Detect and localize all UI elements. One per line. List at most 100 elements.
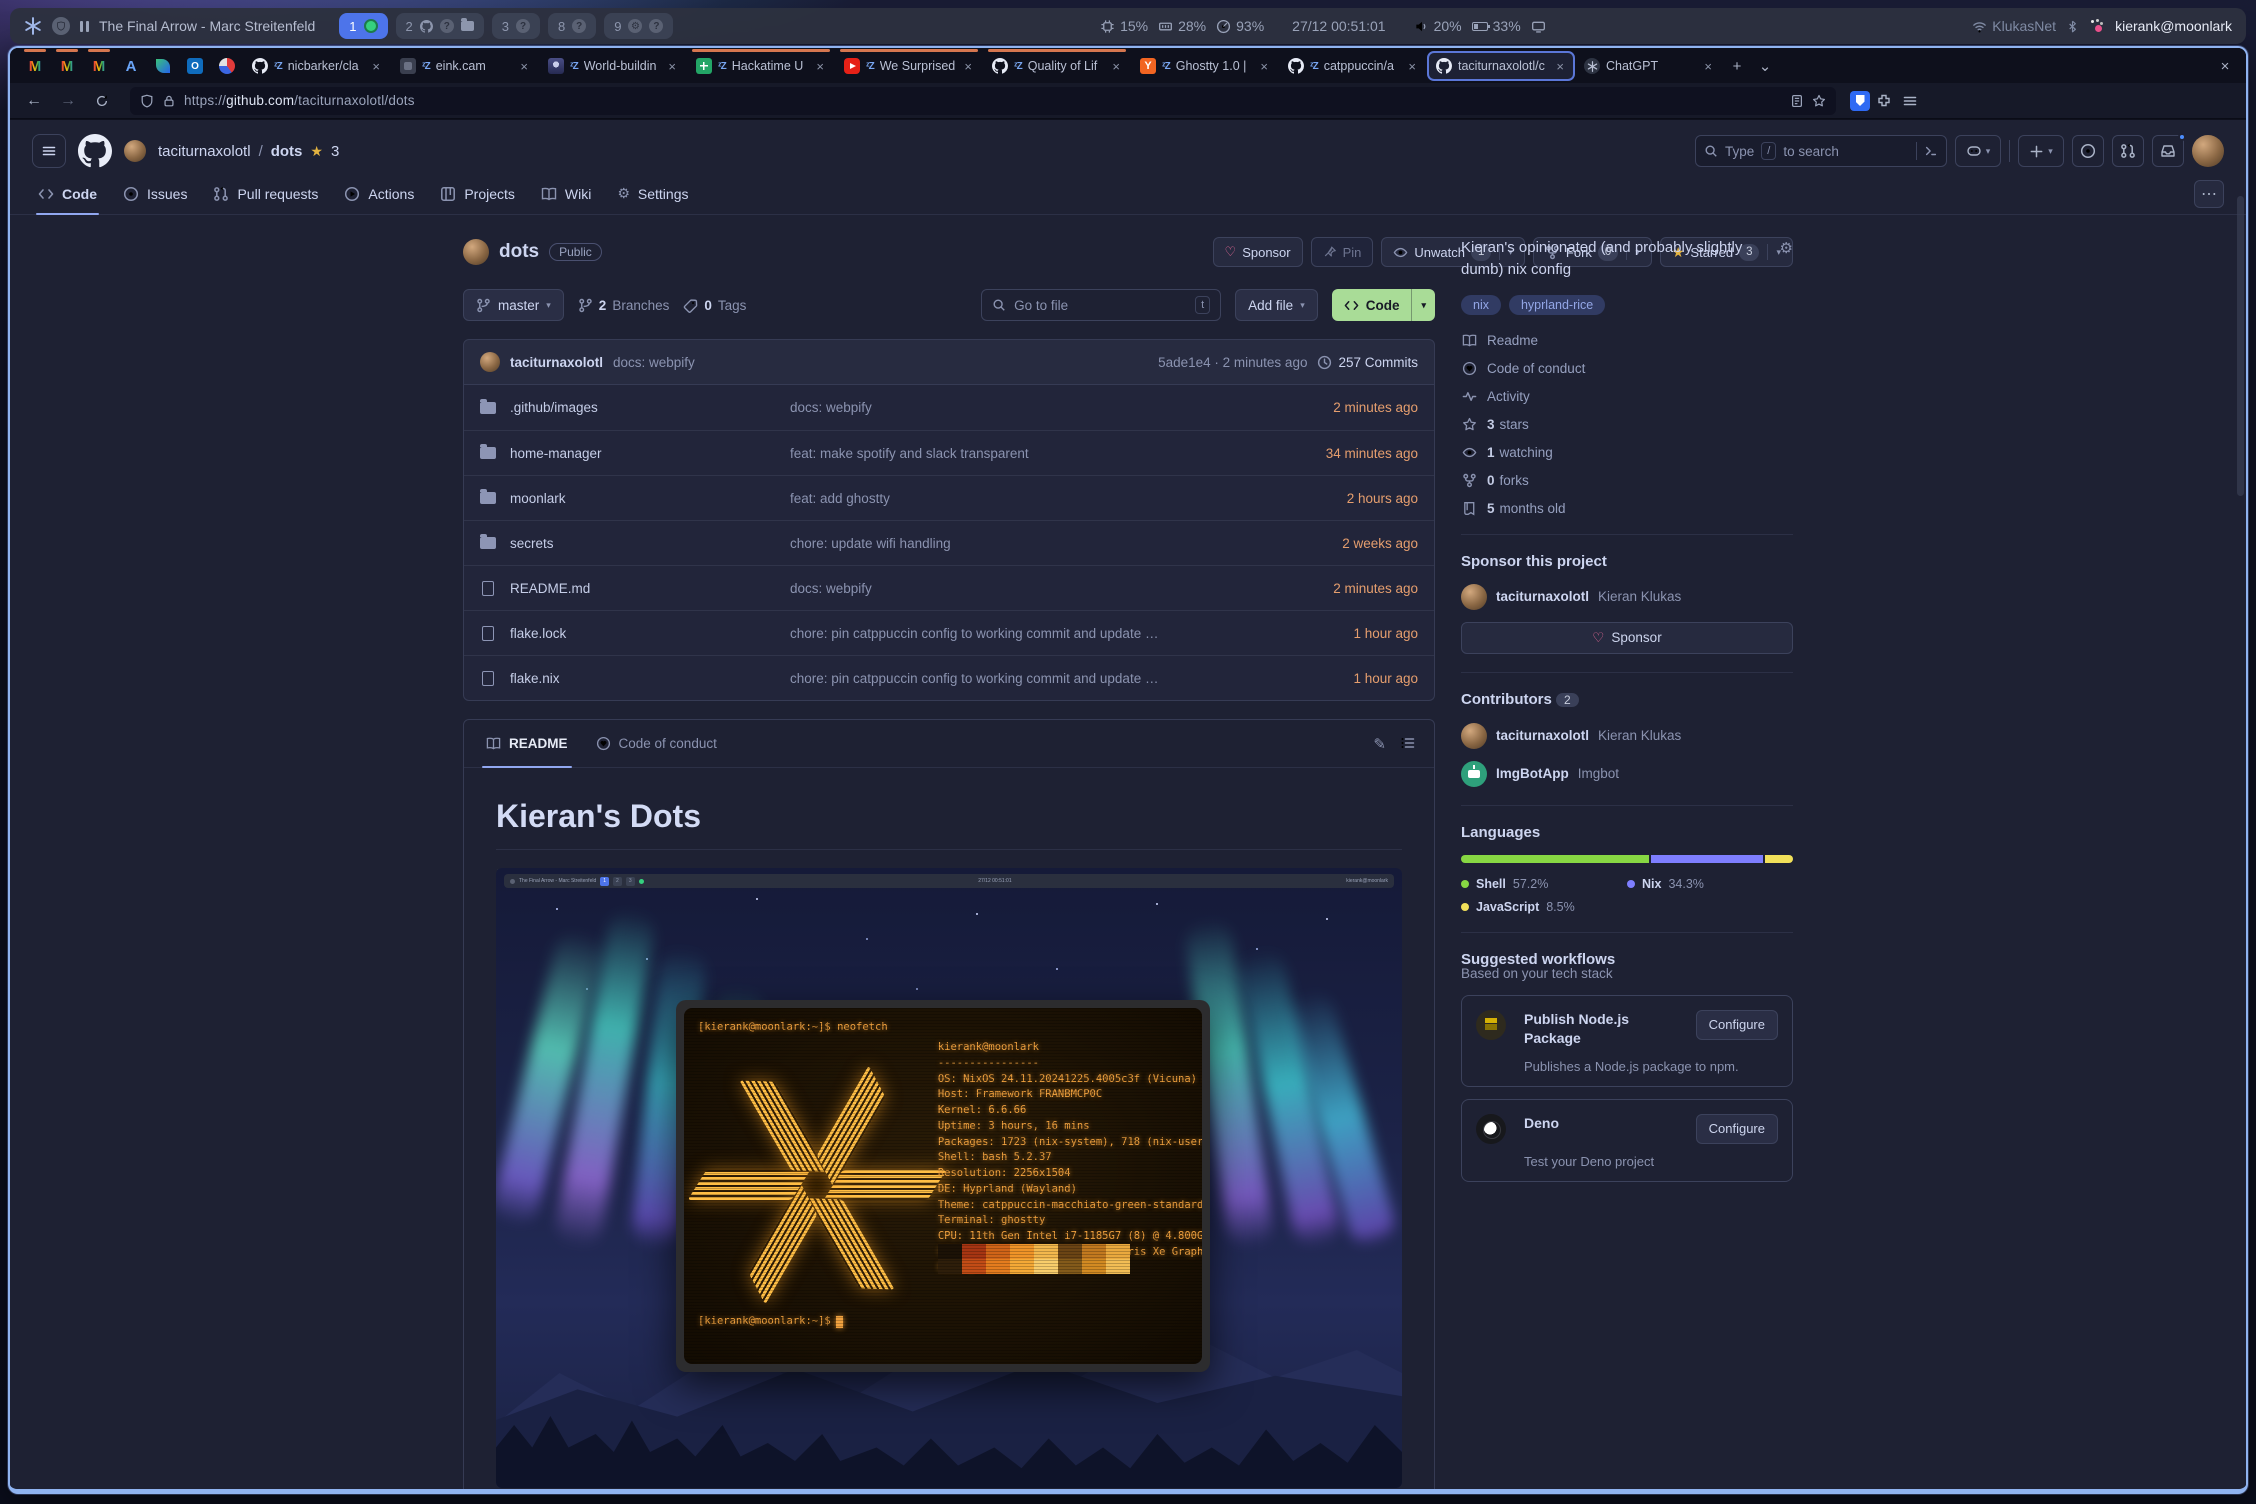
volume-stat[interactable]: 20%	[1414, 18, 1462, 34]
file-commit-message[interactable]: feat: add ghostty	[790, 491, 1238, 506]
tab-eink-cam[interactable]: ᶻZ eink.cam ×	[392, 52, 538, 80]
commit-author[interactable]: taciturnaxolotl	[510, 355, 603, 370]
repo-name[interactable]: dots	[499, 241, 539, 263]
menu-hamburger-icon[interactable]	[1902, 93, 1918, 109]
global-search[interactable]: Type / to search	[1695, 135, 1947, 167]
watching-stat[interactable]: 1watching	[1461, 445, 1793, 460]
tracking-shield-icon[interactable]	[140, 94, 154, 108]
outline-list-icon[interactable]	[1400, 735, 1416, 751]
bluetooth-icon[interactable]	[2066, 19, 2079, 34]
tab-pull-requests[interactable]: Pull requests	[203, 176, 328, 214]
screenshot-icon[interactable]	[1531, 19, 1546, 34]
tab-actions[interactable]: Actions	[334, 176, 424, 214]
language-nix[interactable]: Nix 34.3%	[1627, 877, 1793, 891]
configure-button[interactable]: Configure	[1696, 1010, 1778, 1040]
readme-screenshot-image[interactable]: The Final Arrow - Marc Streitenfeld 1 2 …	[496, 868, 1402, 1488]
tab-projects[interactable]: Projects	[430, 176, 525, 214]
close-icon[interactable]: ×	[518, 59, 530, 74]
lock-icon[interactable]	[162, 94, 176, 108]
contributor-row[interactable]: ImgBotApp Imgbot	[1461, 761, 1793, 787]
topic-nix[interactable]: nix	[1461, 295, 1501, 315]
tags-link[interactable]: 0 Tags	[683, 298, 746, 313]
global-nav-menu-button[interactable]	[32, 134, 66, 168]
readme-link[interactable]: Readme	[1461, 333, 1793, 348]
close-icon[interactable]: ×	[1406, 59, 1418, 74]
chevron-down-icon[interactable]: ▾	[1421, 300, 1426, 311]
tab-ghostty[interactable]: Y ᶻZ Ghostty 1.0 | ×	[1132, 52, 1278, 80]
workflow-title[interactable]: Publish Node.js Package	[1524, 1010, 1684, 1049]
forward-button[interactable]: →	[54, 88, 82, 114]
close-icon[interactable]: ×	[814, 59, 826, 74]
file-commit-message[interactable]: chore: update wifi handling	[790, 536, 1238, 551]
branch-selector[interactable]: master ▾	[463, 289, 564, 321]
nav-overflow-button[interactable]: ⋯	[2194, 180, 2224, 208]
tab-world-building[interactable]: ᶻZ World-buildin ×	[540, 52, 686, 80]
password-manager-extension-icon[interactable]	[1850, 91, 1870, 111]
sponsor-button[interactable]: ♡ Sponsor	[1213, 237, 1303, 267]
extensions-puzzle-icon[interactable]	[1876, 93, 1892, 109]
readme-tab[interactable]: README	[472, 720, 582, 767]
pinned-tab-gmail-3[interactable]: M	[84, 52, 114, 80]
close-icon[interactable]: ×	[370, 59, 382, 74]
tab-issues[interactable]: Issues	[113, 176, 197, 214]
go-to-file-input[interactable]: Go to file t	[981, 289, 1221, 321]
create-new-button[interactable]: ▾	[2018, 135, 2064, 167]
file-row[interactable]: moonlark feat: add ghostty 2 hours ago	[464, 475, 1434, 520]
url-bar[interactable]: https://github.com/taciturnaxolotl/dots	[130, 87, 1836, 115]
sponsor-button-large[interactable]: ♡ Sponsor	[1461, 622, 1793, 654]
tab-nicbarker-clay[interactable]: ᶻZ nicbarker/cla ×	[244, 52, 390, 80]
pin-button[interactable]: Pin	[1311, 237, 1374, 267]
commit-meta[interactable]: 5ade1e4 · 2 minutes ago	[1158, 355, 1307, 370]
close-icon[interactable]: ×	[1554, 59, 1566, 74]
breadcrumb-repo[interactable]: dots	[271, 143, 303, 160]
sponsor-person[interactable]: taciturnaxolotl Kieran Klukas	[1461, 584, 1793, 610]
repo-owner-avatar[interactable]	[463, 239, 489, 265]
list-tabs-button[interactable]: ⌄	[1752, 53, 1778, 79]
file-name[interactable]: secrets	[510, 536, 554, 551]
tab-settings[interactable]: ⚙ Settings	[607, 176, 698, 214]
bookmark-star-icon[interactable]	[1812, 94, 1826, 108]
file-name[interactable]: moonlark	[510, 491, 566, 506]
file-commit-message[interactable]: chore: pin catppuccin config to working …	[790, 671, 1238, 686]
language-shell[interactable]: Shell 57.2%	[1461, 877, 1627, 891]
pinned-tab-gmail-1[interactable]: M	[20, 52, 50, 80]
workspace-3[interactable]: 3 ?	[492, 13, 540, 39]
file-name[interactable]: flake.nix	[510, 671, 560, 686]
pinned-tab-leaf[interactable]	[148, 52, 178, 80]
edit-about-gear-icon[interactable]: ⚙	[1780, 239, 1793, 257]
reload-button[interactable]	[88, 88, 116, 114]
tab-catppuccin[interactable]: ᶻZ catppuccin/a ×	[1280, 52, 1426, 80]
stars-stat[interactable]: 3stars	[1461, 417, 1793, 432]
file-name[interactable]: README.md	[510, 581, 590, 596]
close-icon[interactable]: ×	[1702, 59, 1714, 74]
workspace-8[interactable]: 8 ?	[548, 13, 596, 39]
file-row[interactable]: flake.nix chore: pin catppuccin config t…	[464, 655, 1434, 700]
notifications-button[interactable]	[2152, 135, 2184, 167]
file-row[interactable]: secrets chore: update wifi handling 2 we…	[464, 520, 1434, 565]
commit-author-avatar[interactable]	[480, 352, 500, 372]
tab-chatgpt[interactable]: ChatGPT ×	[1576, 52, 1722, 80]
github-logo[interactable]	[78, 134, 112, 168]
file-commit-message[interactable]: chore: pin catppuccin config to working …	[790, 626, 1238, 641]
close-icon[interactable]: ×	[666, 59, 678, 74]
back-button[interactable]: ←	[20, 88, 48, 114]
tab-quality-of-life[interactable]: ᶻZ Quality of Lif ×	[984, 52, 1130, 80]
code-of-conduct-link[interactable]: Code of conduct	[1461, 361, 1793, 376]
file-row[interactable]: home-manager feat: make spotify and slac…	[464, 430, 1434, 475]
file-name[interactable]: .github/images	[510, 400, 598, 415]
pull-requests-button[interactable]	[2112, 135, 2144, 167]
forks-stat[interactable]: 0forks	[1461, 473, 1793, 488]
pause-icon[interactable]	[80, 21, 89, 32]
copilot-button[interactable]: ▾	[1955, 135, 2001, 167]
edit-readme-pencil-icon[interactable]: ✎	[1373, 735, 1386, 753]
code-of-conduct-tab[interactable]: Code of conduct	[582, 720, 731, 767]
commit-message[interactable]: docs: webpify	[613, 355, 695, 370]
file-commit-message[interactable]: feat: make spotify and slack transparent	[790, 446, 1238, 461]
breadcrumb-owner[interactable]: taciturnaxolotl	[158, 143, 251, 160]
owner-avatar[interactable]	[124, 140, 146, 162]
window-close-button[interactable]: ×	[2212, 53, 2238, 79]
reader-mode-icon[interactable]	[1790, 94, 1804, 108]
language-javascript[interactable]: JavaScript 8.5%	[1461, 900, 1627, 914]
tab-code[interactable]: Code	[28, 176, 107, 214]
wifi-network[interactable]: KlukasNet	[1972, 18, 2056, 34]
